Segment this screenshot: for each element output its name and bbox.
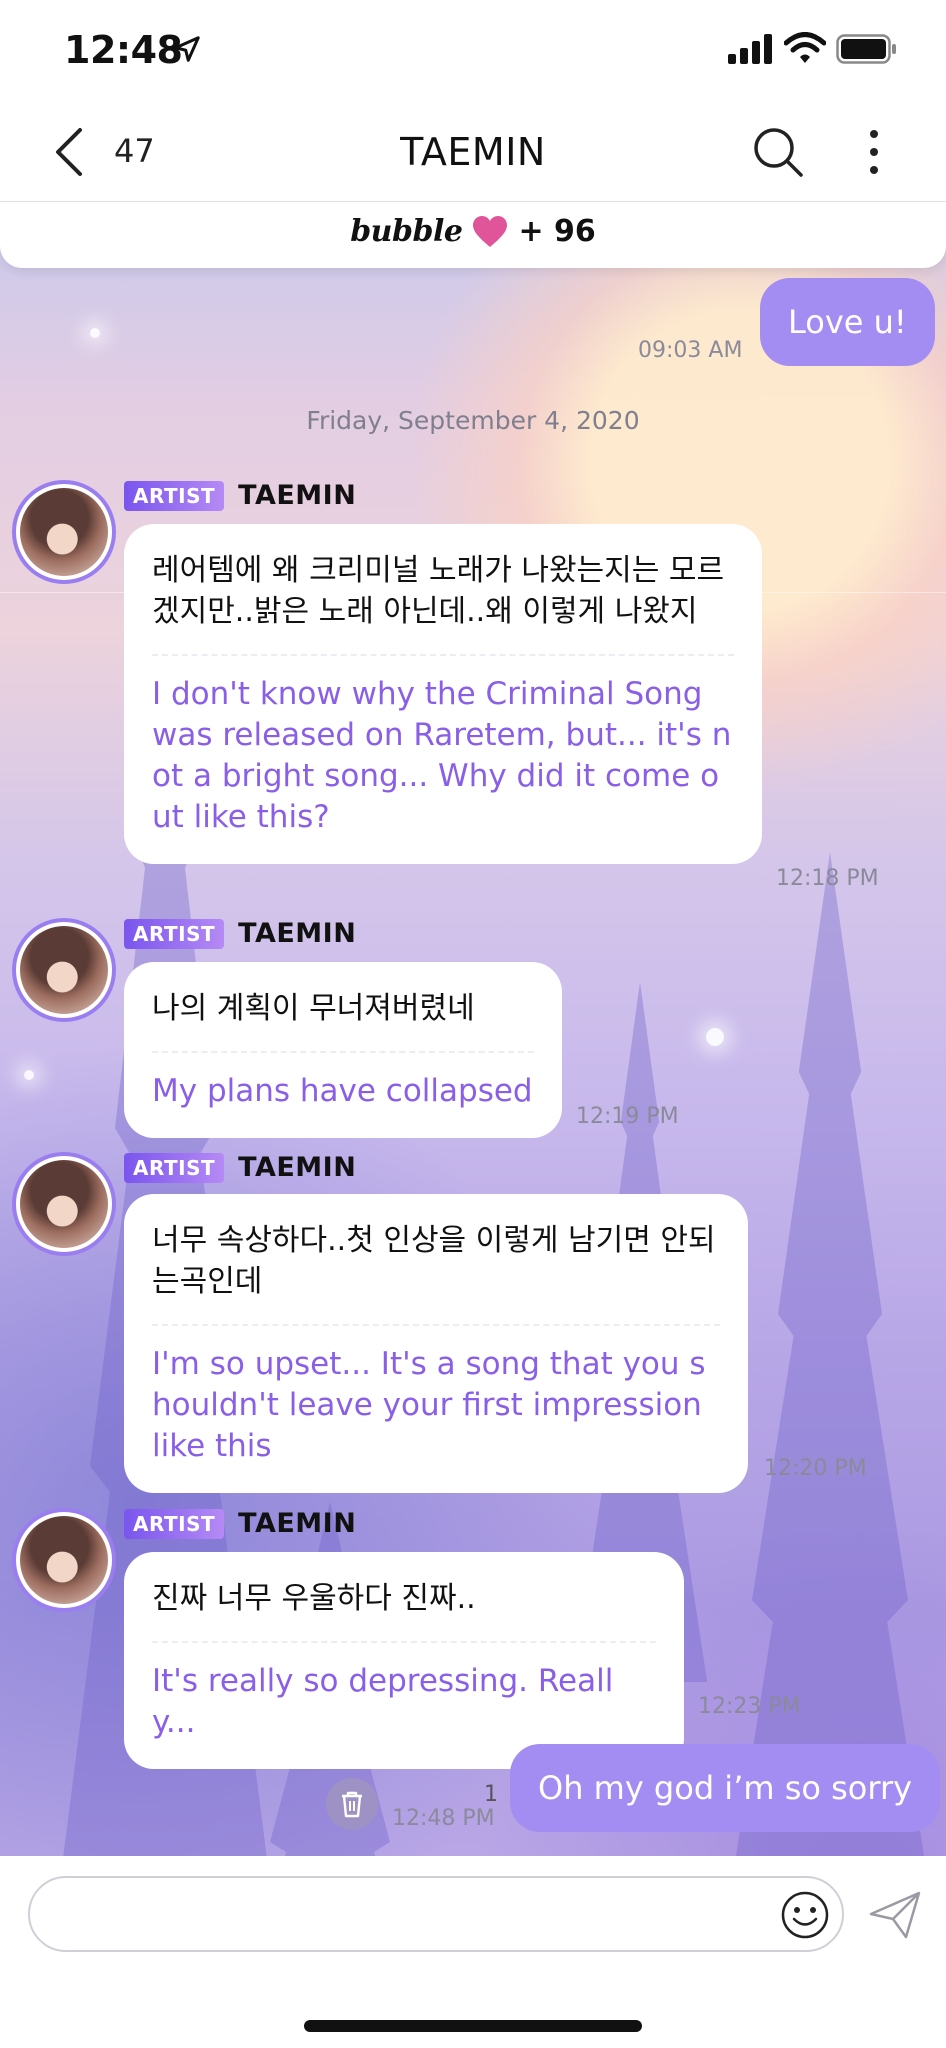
translation-text: It's really so depressing. Really... (152, 1663, 614, 1740)
message-input[interactable] (60, 1888, 760, 1940)
artist-avatar[interactable] (12, 1508, 116, 1612)
home-indicator (304, 2020, 642, 2032)
message-time: 12:18 PM (776, 866, 879, 891)
incoming-message-bubble[interactable]: 나의 계획이 무너져버렸네 My plans have collapsed (124, 962, 562, 1138)
original-text: 너무 속상하다..첫 인상을 이렇게 남기면 안되는곡인데 (152, 1223, 716, 1299)
translation-divider (152, 1324, 720, 1326)
message-input-area (0, 1856, 946, 2048)
translation-text: My plans have collapsed (152, 1073, 533, 1109)
sender-name: TAEMIN (238, 480, 357, 511)
wifi-icon (784, 32, 826, 63)
background-sparkle (706, 1028, 724, 1046)
artist-avatar[interactable] (12, 1152, 116, 1256)
chat-title: TAEMIN (400, 130, 546, 174)
bubble-banner[interactable]: bubble + 96 (0, 202, 946, 268)
sender-name: TAEMIN (238, 1508, 357, 1539)
delete-message-button[interactable] (326, 1778, 378, 1830)
original-text: 레어템에 왜 크리미널 노래가 나왔는지는 모르겠지만..밝은 노래 아닌데..… (152, 553, 725, 629)
incoming-message-bubble[interactable]: 진짜 너무 우울하다 진짜.. It's really so depressin… (124, 1552, 684, 1769)
sender-row: ARTIST TAEMIN (124, 1152, 356, 1183)
background-sparkle (24, 1070, 34, 1080)
artist-badge: ARTIST (124, 918, 225, 949)
cellular-signal-icon (728, 34, 772, 64)
status-bar: 12:48 (0, 0, 946, 100)
translation-divider (152, 1641, 656, 1643)
heart-icon (473, 215, 508, 247)
outgoing-message-bubble[interactable]: Oh my god i’m so sorry (510, 1744, 941, 1832)
date-separator: Friday, September 4, 2020 (306, 406, 640, 435)
chat-header: 47 TAEMIN (0, 100, 946, 202)
emoji-icon[interactable] (780, 1890, 830, 1940)
unread-indicator: 1 (484, 1782, 498, 1807)
status-time: 12:48 (64, 28, 183, 72)
artist-badge: ARTIST (124, 480, 225, 511)
more-options-icon[interactable] (862, 126, 886, 178)
chat-area[interactable]: Love u! 09:03 AM Friday, September 4, 20… (0, 202, 946, 1856)
artist-avatar[interactable] (12, 918, 116, 1022)
original-text: 나의 계획이 무너져버렸네 (152, 991, 475, 1026)
message-time: 12:20 PM (764, 1456, 867, 1481)
outgoing-message-bubble[interactable]: Love u! (760, 278, 935, 366)
trash-icon (342, 1791, 362, 1818)
incoming-message-bubble[interactable]: 레어템에 왜 크리미널 노래가 나왔는지는 모르겠지만..밝은 노래 아닌데..… (124, 524, 762, 864)
translation-divider (152, 654, 734, 656)
translation-divider (152, 1051, 534, 1053)
message-input-box[interactable] (28, 1876, 844, 1952)
message-time: 12:23 PM (698, 1694, 801, 1719)
sender-row: ARTIST TAEMIN (124, 918, 356, 949)
sender-row: ARTIST TAEMIN (124, 480, 356, 511)
sender-name: TAEMIN (238, 1152, 357, 1183)
outgoing-message-text: Love u! (788, 303, 907, 341)
translation-text: I don't know why the Criminal Song was r… (152, 676, 732, 835)
bubble-logo: bubble (350, 214, 463, 249)
artist-badge: ARTIST (124, 1152, 225, 1183)
incoming-message-bubble[interactable]: 너무 속상하다..첫 인상을 이렇게 남기면 안되는곡인데 I'm so ups… (124, 1194, 748, 1493)
message-time: 12:19 PM (576, 1104, 679, 1129)
outgoing-message-text: Oh my god i’m so sorry (538, 1769, 913, 1807)
send-icon[interactable] (868, 1890, 922, 1940)
battery-icon (836, 34, 896, 64)
location-arrow-icon (174, 36, 200, 62)
bubble-count: + 96 (518, 214, 596, 249)
sender-row: ARTIST TAEMIN (124, 1508, 356, 1539)
original-text: 진짜 너무 우울하다 진짜.. (152, 1581, 476, 1616)
search-icon[interactable] (752, 126, 804, 178)
artist-avatar[interactable] (12, 480, 116, 584)
artist-badge: ARTIST (124, 1508, 225, 1539)
message-time: 12:48 PM (392, 1806, 495, 1831)
translation-text: I'm so upset... It's a song that you sho… (152, 1346, 706, 1464)
sender-name: TAEMIN (238, 918, 357, 949)
message-time: 09:03 AM (638, 338, 743, 363)
background-sparkle (90, 328, 100, 338)
